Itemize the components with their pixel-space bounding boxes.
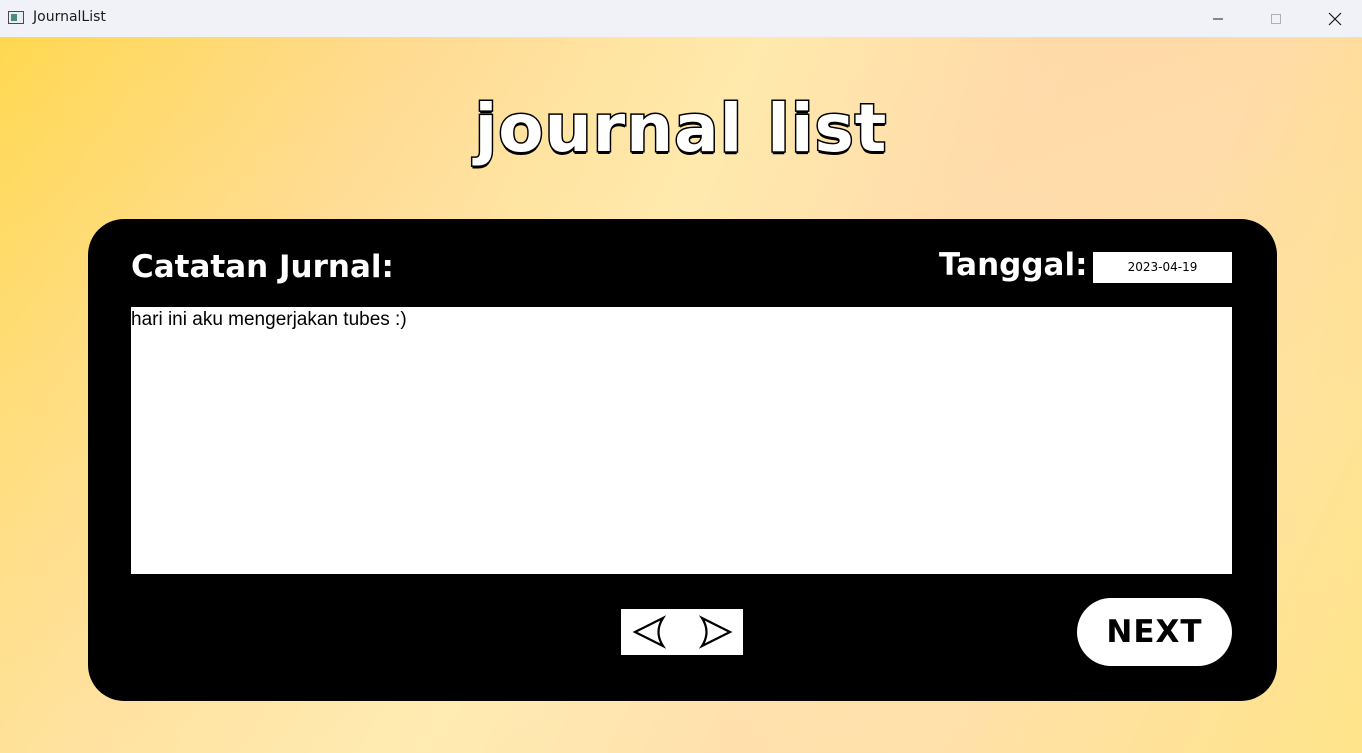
close-icon [1328, 12, 1342, 25]
date-label: Tanggal: [939, 247, 1088, 283]
title-bar[interactable]: JournalList [0, 0, 1362, 37]
page-title: journal list [473, 89, 888, 169]
app-window: JournalList journal list Catatan Jurnal:… [0, 0, 1362, 753]
content-area: journal list Catatan Jurnal: Tanggal: 20… [0, 37, 1362, 753]
next-entry-button[interactable] [696, 614, 736, 650]
window-title: JournalList [33, 9, 106, 25]
close-button[interactable] [1312, 0, 1358, 37]
journal-panel: Catatan Jurnal: Tanggal: 2023-04-19 hari… [88, 219, 1277, 701]
previous-entry-button[interactable] [629, 614, 669, 650]
arrow-right-icon [699, 615, 733, 649]
notes-label: Catatan Jurnal: [131, 249, 394, 285]
next-button[interactable]: NEXT [1077, 598, 1232, 666]
minimize-button[interactable] [1195, 0, 1241, 37]
maximize-icon [1271, 13, 1281, 24]
entry-navigation [621, 609, 743, 655]
date-field[interactable]: 2023-04-19 [1093, 252, 1232, 283]
minimize-icon [1213, 18, 1223, 19]
app-window-icon [8, 11, 24, 24]
journal-text-area[interactable]: hari ini aku mengerjakan tubes :) [131, 307, 1232, 574]
maximize-button[interactable] [1253, 0, 1299, 37]
arrow-left-icon [632, 615, 666, 649]
